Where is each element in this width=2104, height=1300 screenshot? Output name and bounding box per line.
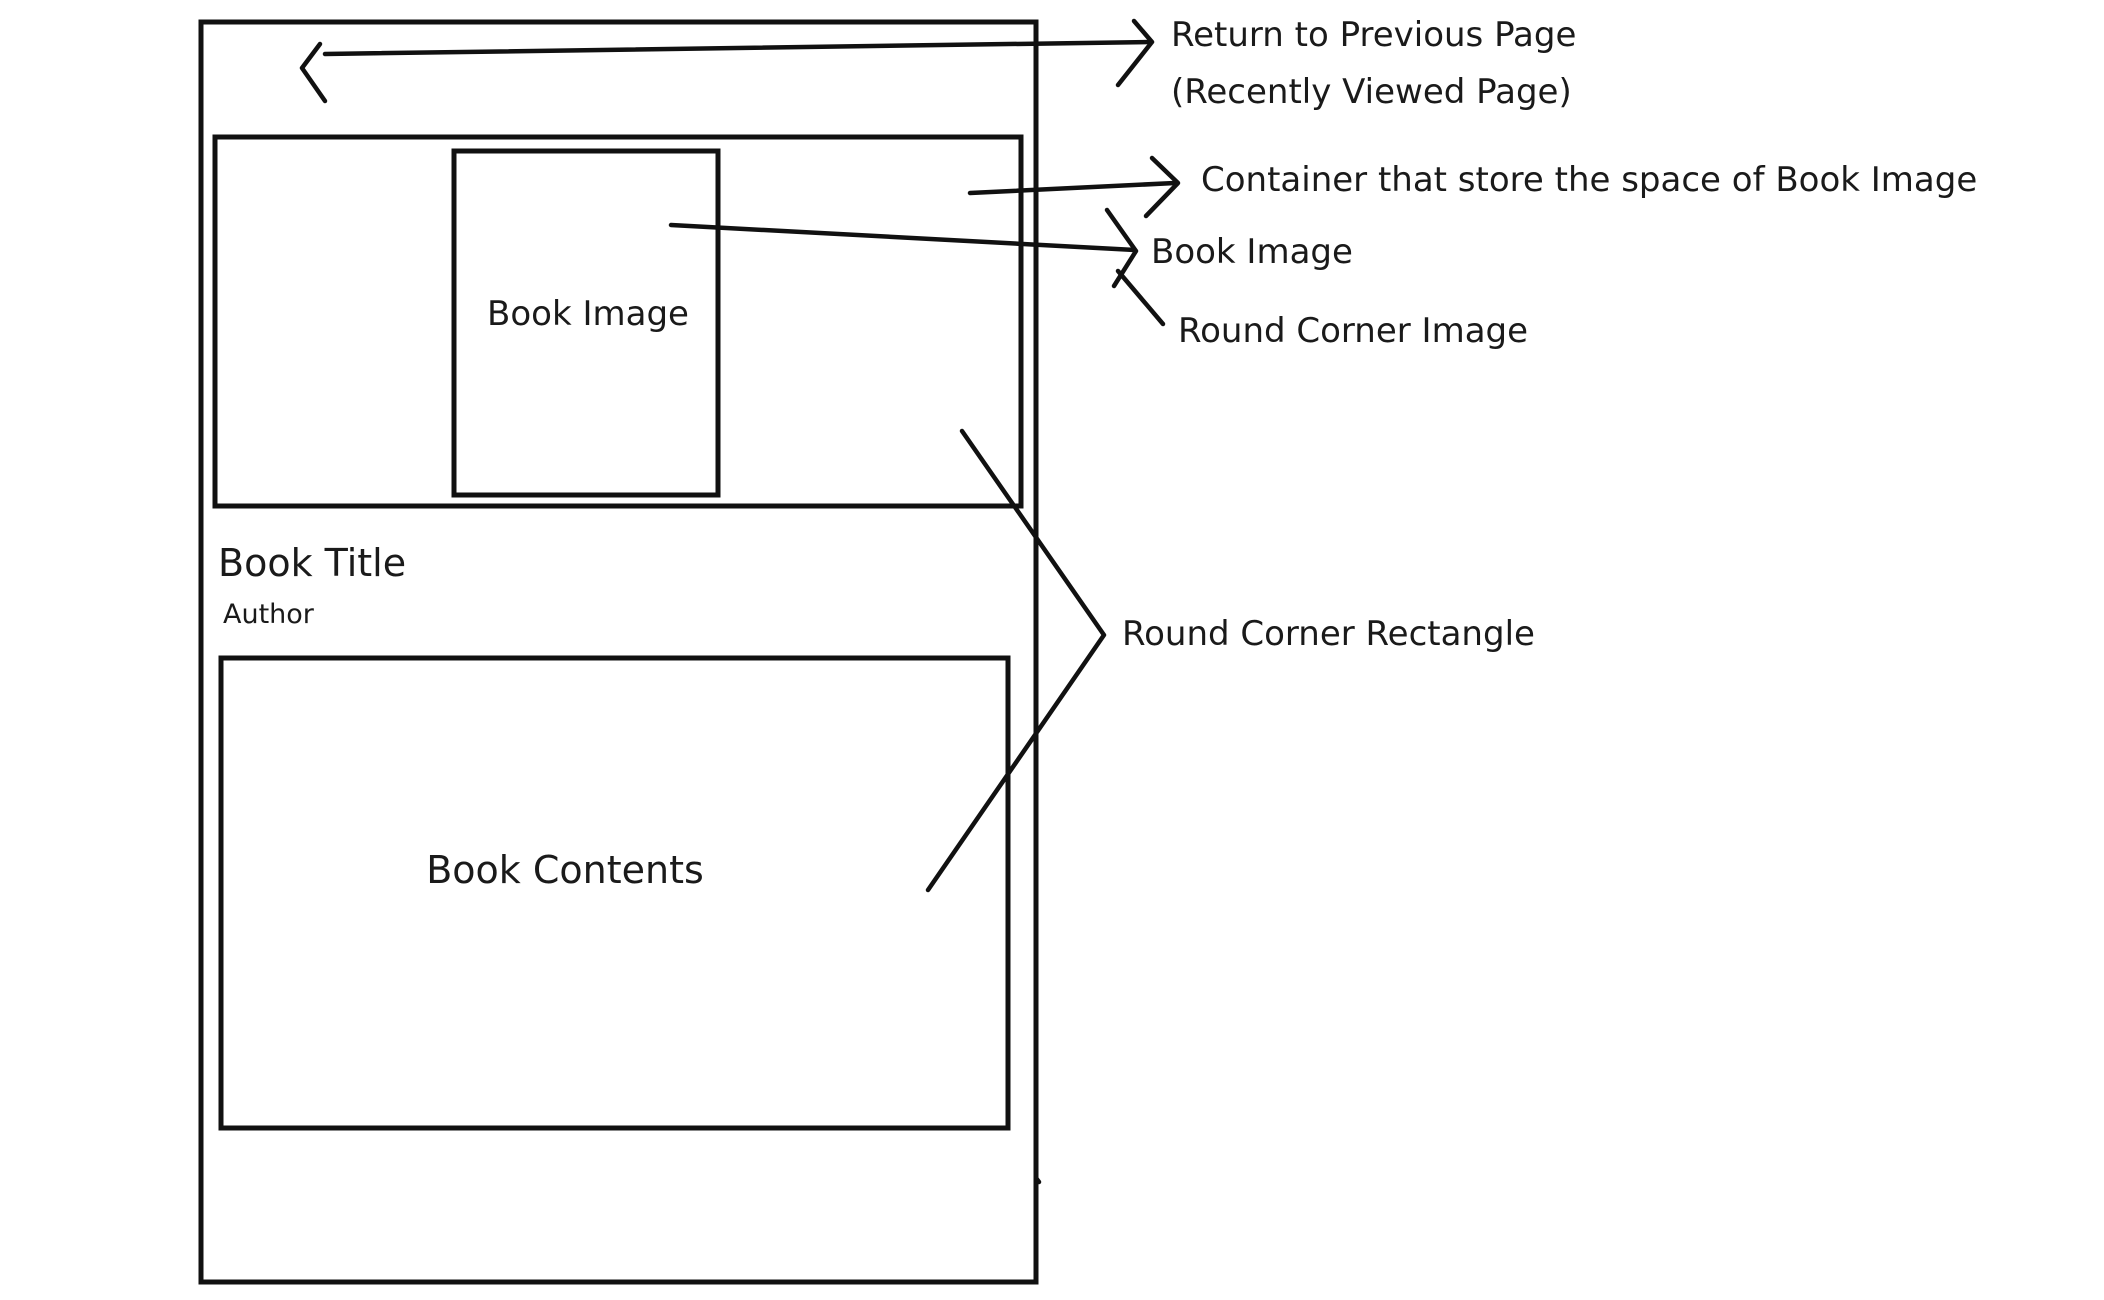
arrow-round-corner-image-line: [1115, 268, 1166, 327]
frame-tick: [1033, 1175, 1042, 1185]
annotation-labels: Return to Previous Page (Recently Viewed…: [1122, 15, 1977, 654]
label-book-image: Book Image: [1151, 232, 1353, 272]
arrow-container-head: [1143, 155, 1181, 219]
arrow-return-line: [322, 39, 1153, 57]
book-contents-box: [218, 655, 1011, 1131]
arrow-return-head: [1115, 18, 1155, 88]
label-round-corner-rectangle: Round Corner Rectangle: [1122, 614, 1535, 654]
phone-frame: [198, 19, 1039, 1285]
label-round-corner-image: Round Corner Image: [1178, 311, 1528, 351]
wireframe-diagram: Book Image Book Title Author Book Conten…: [198, 15, 1977, 1285]
label-recently-viewed-page: (Recently Viewed Page): [1171, 72, 1572, 112]
label-container: Container that store the space of Book I…: [1201, 160, 1977, 200]
label-return-previous-page: Return to Previous Page: [1171, 15, 1576, 55]
book-author: Author: [223, 599, 315, 630]
book-title: Book Title: [218, 541, 406, 585]
arrow-container-line: [967, 180, 1178, 196]
book-image-label: Book Image: [487, 294, 689, 334]
book-contents-label: Book Contents: [426, 848, 704, 892]
arrow-book-image-line: [668, 222, 1138, 253]
phone-screen: Book Image Book Title Author Book Conten…: [198, 19, 1039, 1285]
chevron-left-icon[interactable]: [299, 41, 328, 104]
